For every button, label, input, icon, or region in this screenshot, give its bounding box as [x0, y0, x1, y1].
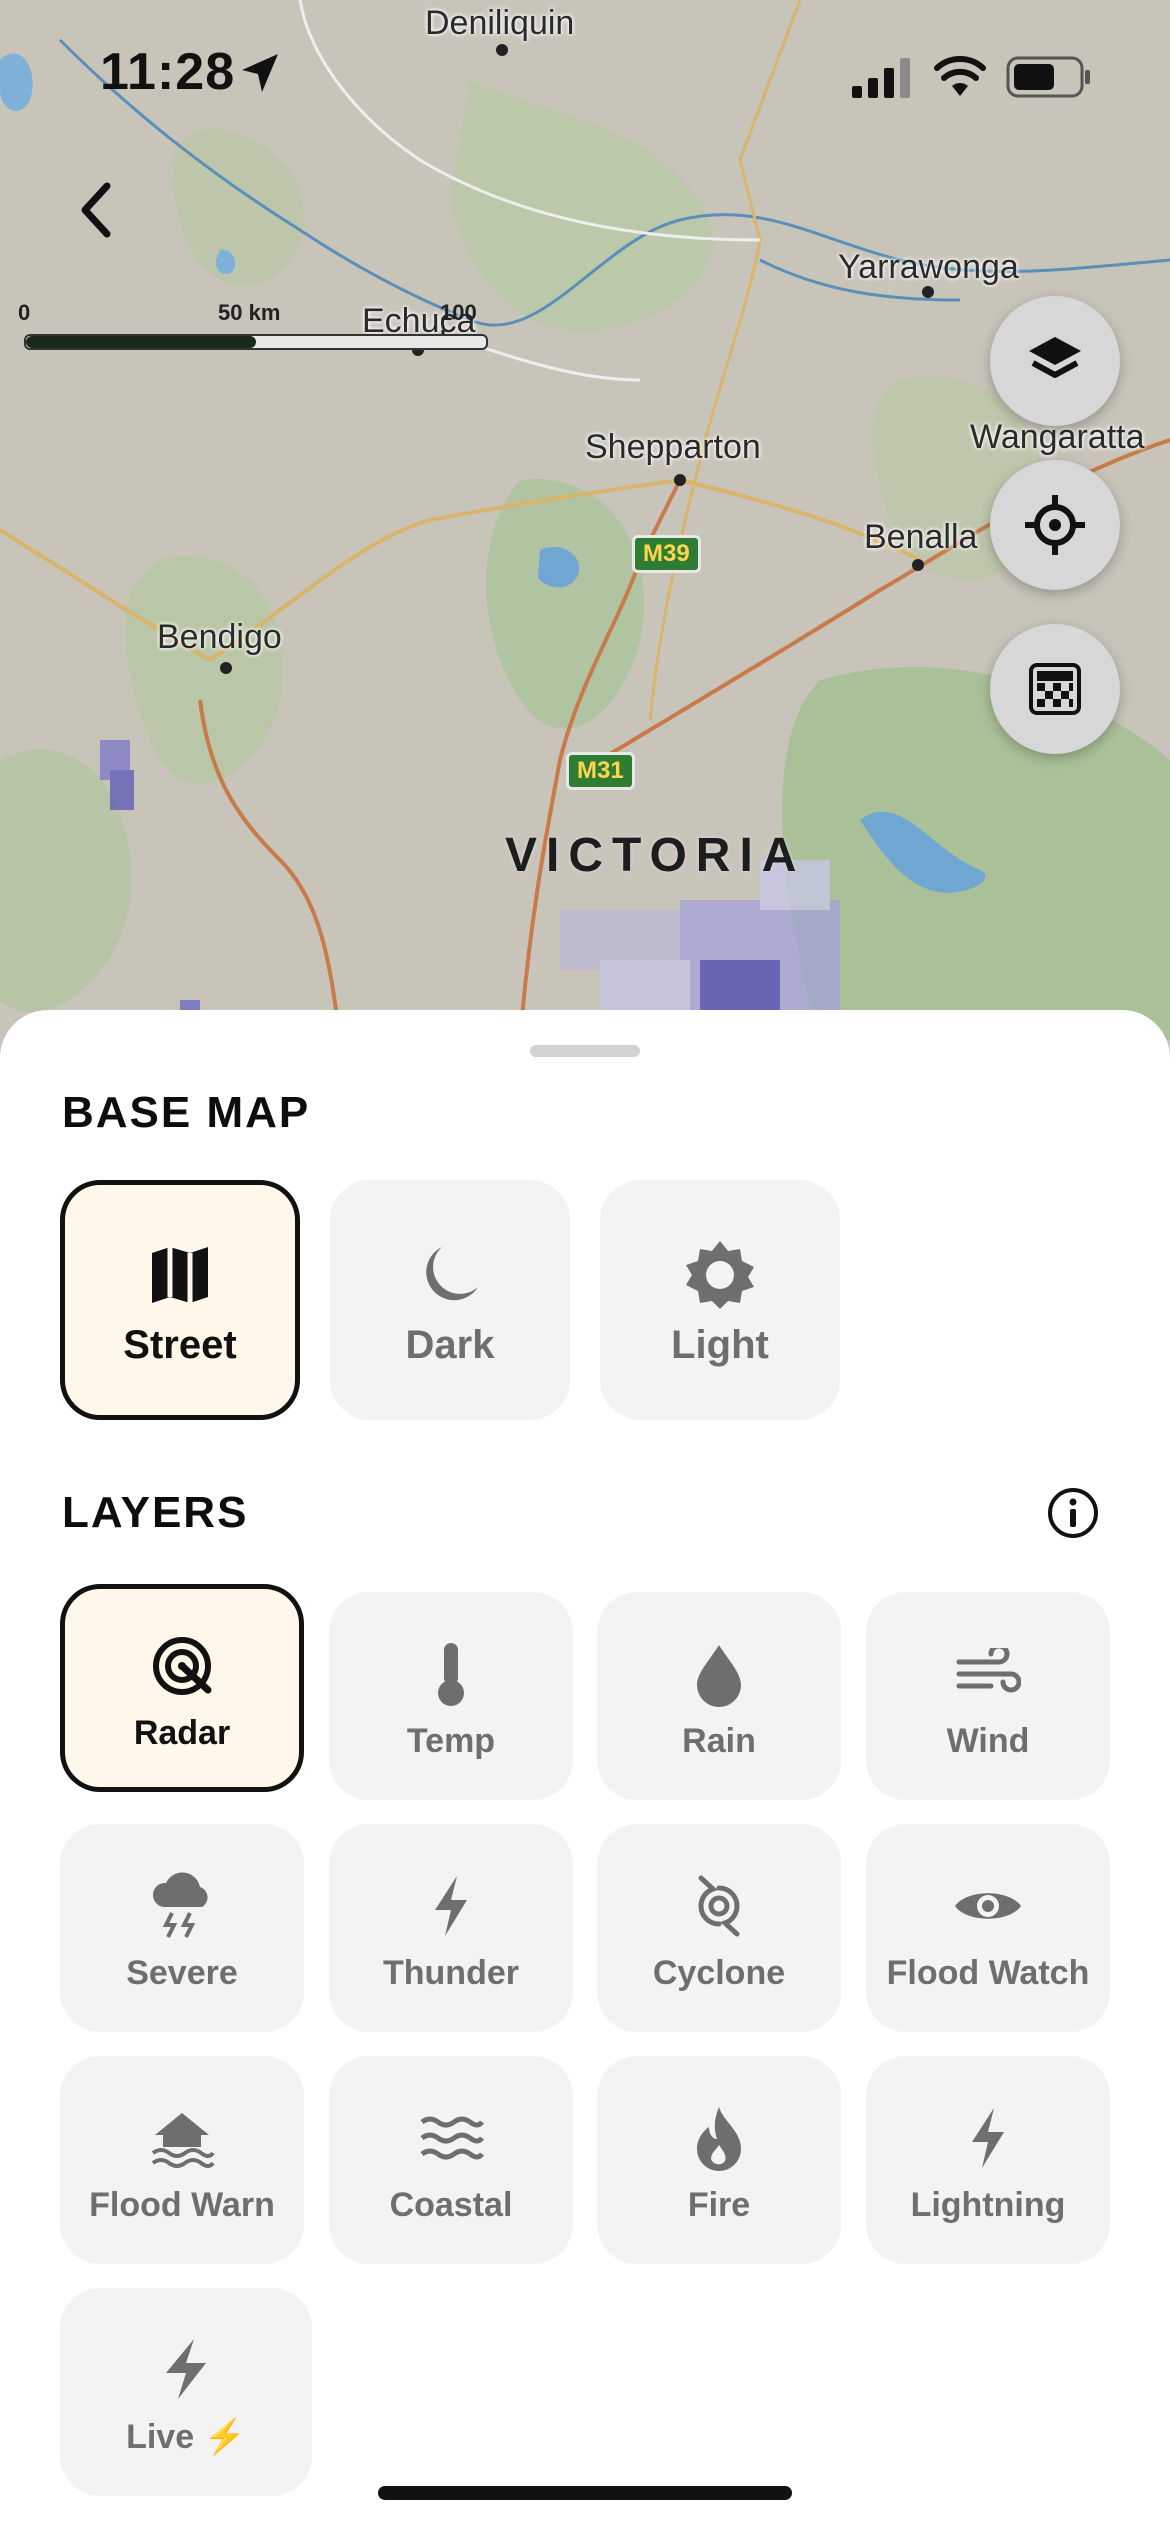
- map-label-region: VICTORIA: [505, 829, 806, 882]
- wifi-icon: [934, 56, 986, 96]
- layer-thunder[interactable]: Thunder: [329, 1824, 573, 2032]
- layer-rain[interactable]: Rain: [597, 1592, 841, 1800]
- layer-label: Flood Warn: [89, 2185, 275, 2224]
- base-map-label: Street: [123, 1322, 237, 1367]
- storm-cloud-icon: [152, 1872, 208, 1938]
- legend-icon: [1029, 663, 1081, 715]
- status-time: 11:28: [100, 43, 236, 101]
- layer-lightning[interactable]: Lightning: [866, 2056, 1110, 2264]
- cellular-signal-icon: [852, 58, 910, 98]
- sun-icon: [686, 1240, 754, 1309]
- layers-sheet: BASE MAP Street Dark Light LAYERS Radar …: [0, 1010, 1170, 2532]
- waves-icon: [420, 2116, 484, 2159]
- layer-label: Fire: [687, 2185, 751, 2224]
- layer-radar[interactable]: Radar: [60, 1584, 304, 1792]
- location-arrow-icon: [242, 54, 278, 92]
- radar-icon: [153, 1636, 212, 1695]
- map-label-benalla: Benalla: [864, 518, 978, 556]
- layer-label: Live ⚡: [126, 2417, 246, 2457]
- layer-wind[interactable]: Wind: [866, 1592, 1110, 1800]
- info-icon: [1048, 1488, 1098, 1538]
- flame-icon: [697, 2106, 741, 2171]
- base-map-title: BASE MAP: [62, 1088, 311, 1137]
- scale-label-zero: 0: [18, 300, 31, 325]
- map-label-shepparton: Shepparton: [585, 428, 761, 466]
- sheet-drag-handle[interactable]: [530, 1045, 640, 1057]
- road-shield-m39: M39: [632, 535, 701, 573]
- chevron-left-icon: [81, 182, 111, 238]
- layer-live[interactable]: Live ⚡: [60, 2288, 312, 2496]
- layer-live-text: Live: [126, 2418, 195, 2456]
- scale-track: [24, 334, 488, 350]
- status-bar: 11:28: [0, 0, 1170, 150]
- wind-icon: [956, 1647, 1021, 1692]
- back-button[interactable]: [55, 170, 135, 250]
- battery-icon: [1006, 56, 1090, 98]
- map-icon: [152, 1246, 208, 1303]
- road-shield-m31: M31: [566, 752, 635, 790]
- layer-coastal[interactable]: Coastal: [329, 2056, 573, 2264]
- home-indicator[interactable]: [378, 2486, 792, 2500]
- eye-icon: [955, 1892, 1021, 1919]
- base-map-dark[interactable]: Dark: [330, 1180, 570, 1420]
- base-map-label: Dark: [405, 1322, 495, 1367]
- flood-house-icon: [151, 2112, 215, 2168]
- scale-label-mid: 50 km: [218, 300, 281, 325]
- bolt-icon: [972, 2107, 1004, 2168]
- layer-label: Coastal: [389, 2185, 513, 2224]
- layer-cyclone[interactable]: Cyclone: [597, 1824, 841, 2032]
- layers-button[interactable]: [990, 296, 1120, 426]
- layer-label: Flood Watch: [886, 1953, 1090, 1992]
- layer-severe[interactable]: Severe: [60, 1824, 304, 2032]
- raindrop-icon: [697, 1644, 741, 1707]
- layer-label: Rain: [682, 1721, 756, 1760]
- layer-label: Severe: [126, 1953, 238, 1992]
- scale-bar: 0 50 km 100 km: [18, 300, 488, 351]
- layer-label: Lightning: [910, 2185, 1066, 2224]
- layer-temp[interactable]: Temp: [329, 1592, 573, 1800]
- layer-flood-watch[interactable]: Flood Watch: [866, 1824, 1110, 2032]
- layer-label: Radar: [133, 1713, 231, 1752]
- map-label-bendigo: Bendigo: [157, 618, 282, 656]
- bolt-icon: [435, 1875, 467, 1936]
- moon-icon: [426, 1246, 478, 1300]
- legend-button[interactable]: [990, 624, 1120, 754]
- bolt-icon: [166, 2339, 206, 2399]
- base-map-street[interactable]: Street: [60, 1180, 300, 1420]
- layers-info-button[interactable]: [1046, 1486, 1100, 1540]
- map-label-yarrawonga: Yarrawonga: [838, 248, 1019, 286]
- live-badge-icon: ⚡: [203, 2418, 246, 2456]
- layers-icon: [1029, 337, 1081, 378]
- crosshair-icon: [1025, 495, 1085, 555]
- base-map-light[interactable]: Light: [600, 1180, 840, 1420]
- layer-fire[interactable]: Fire: [597, 2056, 841, 2264]
- layer-label: Wind: [946, 1721, 1030, 1760]
- layers-title: LAYERS: [62, 1488, 249, 1537]
- locate-button[interactable]: [990, 460, 1120, 590]
- thermometer-icon: [438, 1642, 464, 1706]
- scale-fill: [26, 336, 256, 348]
- layer-label: Temp: [406, 1721, 496, 1760]
- layer-label: Thunder: [383, 1953, 519, 1992]
- base-map-label: Light: [671, 1322, 769, 1367]
- cyclone-icon: [698, 1875, 740, 1936]
- layer-label: Cyclone: [652, 1953, 786, 1992]
- layer-flood-warn[interactable]: Flood Warn: [60, 2056, 304, 2264]
